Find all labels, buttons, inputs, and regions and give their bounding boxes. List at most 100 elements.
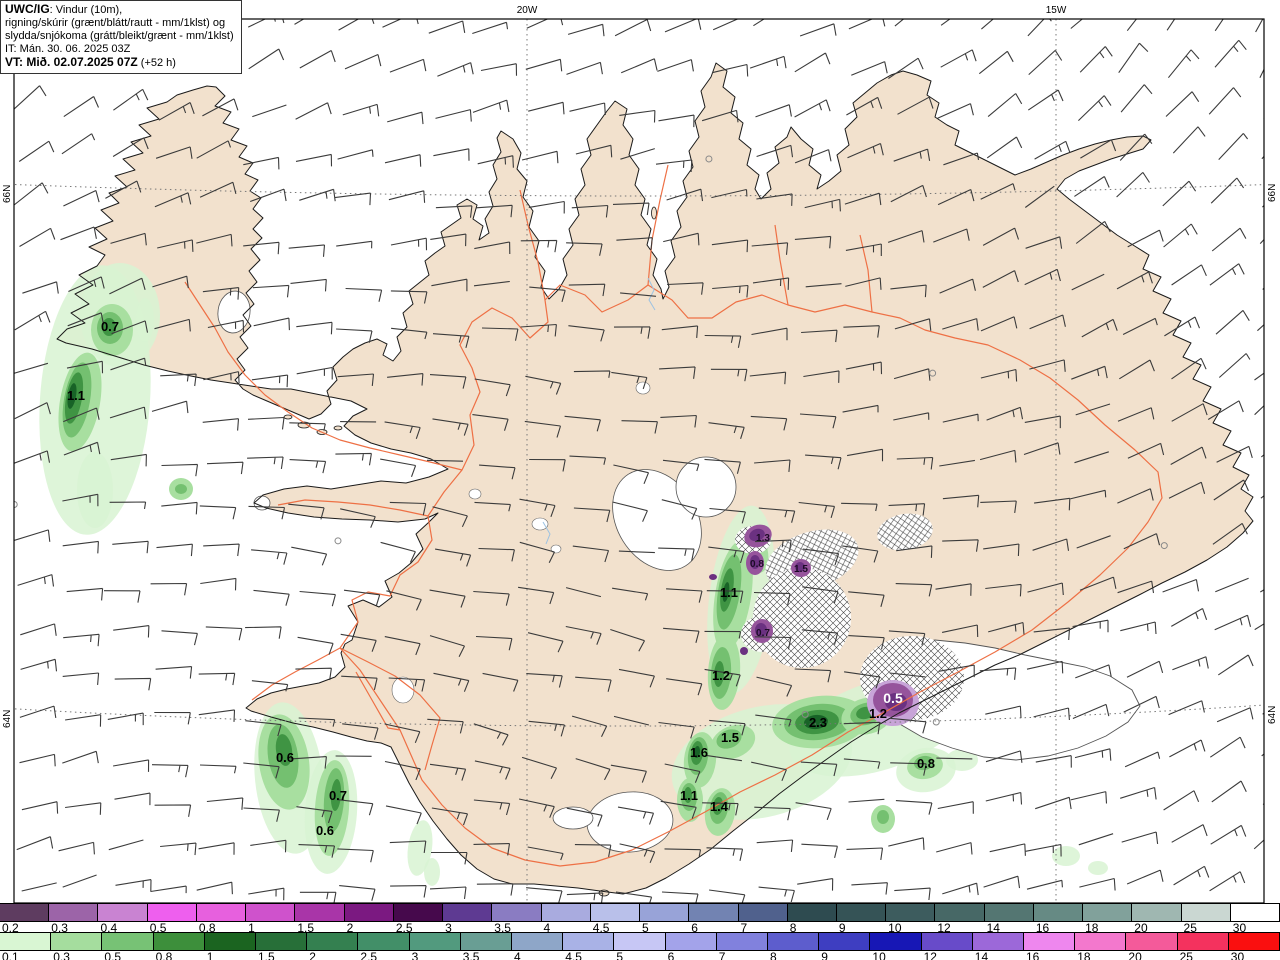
legend-tick-label: 1.5 <box>258 950 275 960</box>
rain-blob <box>1088 861 1108 875</box>
rain-value-label: 1.1 <box>67 388 85 403</box>
title-line-2: rigning/skúrir (grænt/blátt/rautt - mm/1… <box>5 17 226 29</box>
legend-tick-label: 3 <box>411 950 419 960</box>
legend-segment <box>870 933 922 950</box>
legend-segment <box>921 933 973 950</box>
legend-segment <box>0 904 50 921</box>
legend-tick-label: 10 <box>872 950 886 960</box>
rain-value-label: 1.2 <box>869 706 887 721</box>
rain-value-label: 0.7 <box>329 788 347 803</box>
legend-tick-label: 7 <box>718 950 726 960</box>
legend-tick-label: 20 <box>1128 950 1142 960</box>
sleet-blob <box>740 647 748 655</box>
legend-segment <box>147 904 197 921</box>
legend-segment <box>443 904 493 921</box>
rain-value-label: 2.3 <box>809 715 827 730</box>
latitude-label: 64N <box>2 710 13 728</box>
legend-segment <box>256 933 308 950</box>
map-title-box: UWC/IG: Vindur (10m), rigning/skúrir (gr… <box>0 0 242 74</box>
legend-segment <box>1228 933 1280 950</box>
sleet-value-label: 1.3 <box>756 533 770 544</box>
legend-tick-label: 18 <box>1077 950 1091 960</box>
legend-segment <box>460 933 513 950</box>
legend-tick-label: 0.3 <box>53 950 70 960</box>
legend-segment <box>614 933 666 950</box>
legend-tick-label: 6 <box>667 950 675 960</box>
legend-tick-label: 16 <box>1026 950 1040 960</box>
legend-tick-label: 9 <box>821 950 828 960</box>
legend-tick-label: 0.5 <box>104 950 122 960</box>
legend-segment <box>768 933 820 950</box>
lake <box>391 676 415 704</box>
rain-blob <box>877 810 889 824</box>
rain-value-label: 0.7 <box>101 319 119 334</box>
legend-segment <box>1177 933 1229 950</box>
legend-tick-label: 12 <box>923 950 937 960</box>
legend-tick-label: 8 <box>770 950 777 960</box>
legend-tick-label: 5 <box>616 950 624 960</box>
sleet-value-label: 0.5 <box>883 690 903 706</box>
legend-tick-label: 0.1 <box>2 950 19 960</box>
legend-segment <box>1126 933 1178 950</box>
legend-segment <box>196 904 247 921</box>
legend-segment <box>512 933 564 950</box>
longitude-label: 20W <box>517 5 538 16</box>
legend-segment <box>393 904 444 921</box>
island <box>333 425 343 431</box>
legend-segment <box>204 933 257 950</box>
legend-segment <box>49 904 99 921</box>
legend-segment <box>972 933 1025 950</box>
rain-blob <box>136 298 154 342</box>
legend-segment <box>1230 904 1280 921</box>
legend-segment <box>1083 904 1133 921</box>
rain-value-label: 1.5 <box>721 730 739 745</box>
sleet-blob <box>709 574 717 580</box>
legend-segment <box>984 904 1034 921</box>
legend-segment <box>738 904 788 921</box>
legend-segment <box>1132 904 1182 921</box>
sleet-colorbar <box>0 903 1280 922</box>
rain-value-label: 1.2 <box>712 668 730 683</box>
legend-segment <box>51 933 103 950</box>
valid-time: VT: Mið. 02.07.2025 07Z (+52 h) <box>5 55 176 70</box>
rain-value-label: 1.1 <box>720 585 738 600</box>
legend-segment <box>0 933 52 950</box>
legend-segment <box>819 933 871 950</box>
glacier <box>675 456 737 518</box>
sleet-value-label: 0.7 <box>756 628 770 639</box>
legend-segment <box>590 904 641 921</box>
legend-segment <box>665 933 717 950</box>
island <box>651 206 657 220</box>
legend-tick-label: 4 <box>514 950 521 960</box>
sleet-colorbar-ticks: 0.2 0.3 0.4 0.5 0.8 1 1.5 2 2.5 3 3.5 4 4.5 5 6 7 8 9 10 12… <box>0 921 1280 935</box>
latitude-label: 64N <box>1267 706 1278 724</box>
title-line-3: slydda/snjókoma (grátt/bleikt/grænt - mm… <box>5 30 234 42</box>
weather-map-page: 0.7 1.1 0.6 0.7 0.6 1.1 1.2 1.5 1.6 1.1 1.4 2.3 1.2 0… <box>0 0 1280 960</box>
legend-segment <box>716 933 769 950</box>
rain-value-label: 0.6 <box>276 750 294 765</box>
legend-tick-label: 30 <box>1230 950 1245 960</box>
lake <box>468 488 482 500</box>
legend-segment <box>153 933 205 950</box>
legend-segment <box>98 904 148 921</box>
title-line-1: UWC/IG: Vindur (10m), <box>5 2 123 17</box>
legend-tick-label: 25 <box>1179 950 1193 960</box>
legend-segment <box>1033 904 1084 921</box>
legend-segment <box>1024 933 1076 950</box>
legend-segment <box>492 904 542 921</box>
rain-blob <box>424 858 440 886</box>
rain-value-label: 0.6 <box>316 823 334 838</box>
legend-segment <box>563 933 615 950</box>
rain-blob <box>77 452 113 528</box>
legend-segment <box>295 904 345 921</box>
legend-tick-label: 3.5 <box>462 950 480 960</box>
legend-segment <box>1181 904 1231 921</box>
rain-value-label: 1.4 <box>710 799 729 814</box>
rain-value-label: 1.1 <box>680 788 698 803</box>
product-code: UWC/IG <box>5 2 50 16</box>
legend-tick-label: 2.5 <box>360 950 378 960</box>
map-canvas: 0.71.10.60.70.61.11.21.51.61.11.42.31.20… <box>0 0 1280 903</box>
legend-tick-label: 1 <box>206 950 214 960</box>
longitude-label: 15W <box>1046 5 1067 16</box>
legend-segment <box>886 904 936 921</box>
